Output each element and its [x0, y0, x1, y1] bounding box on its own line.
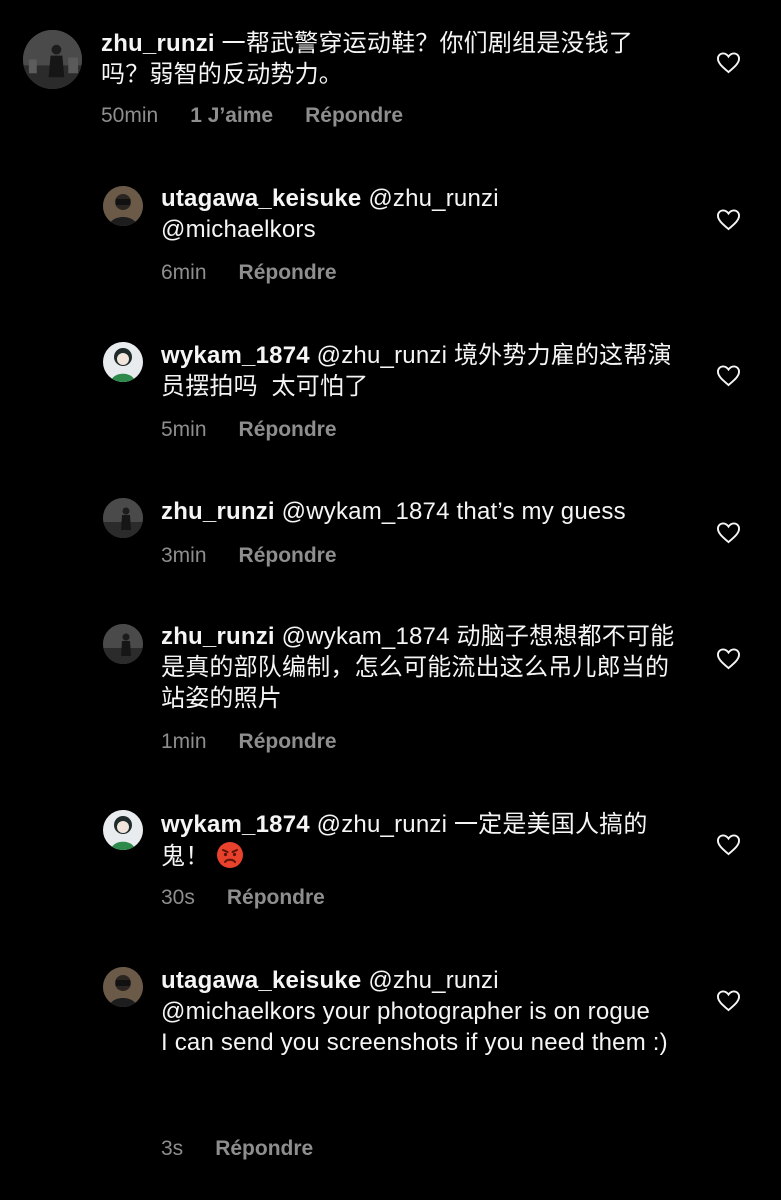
avatar[interactable]: [23, 30, 82, 89]
reply-username[interactable]: wykam_1874: [161, 342, 310, 369]
reply-time: 3min: [161, 544, 207, 567]
reply-body: wykam_1874 @zhu_runzi 一定是美国人搞的鬼！: [161, 809, 686, 872]
reply-meta: 6min Répondre: [161, 261, 337, 285]
reply-body: utagawa_keisuke @zhu_runzi @michaelkors: [161, 183, 686, 245]
reply-body: zhu_runzi @wykam_1874 that’s my guess: [161, 496, 686, 527]
reply-username[interactable]: zhu_runzi: [161, 623, 275, 650]
reply-meta: 1min Répondre: [161, 730, 337, 754]
reply-button[interactable]: Répondre: [305, 104, 403, 128]
reply-meta: 30s Répondre: [161, 886, 325, 910]
reply-text: @michaelkors your photographer is on rog…: [161, 998, 651, 1025]
heart-outline-icon[interactable]: [716, 208, 741, 231]
likes-count[interactable]: 1 J’aime: [190, 104, 273, 128]
reply-time: 6min: [161, 261, 207, 284]
heart-outline-icon[interactable]: [716, 521, 741, 544]
reply-meta: 3min Répondre: [161, 544, 337, 568]
reply-mention[interactable]: @wykam_1874: [282, 498, 450, 525]
reply-button[interactable]: Répondre: [215, 1137, 313, 1161]
reply-time: 3s: [161, 1137, 184, 1160]
comment-meta: 50min 1 J’aime Répondre: [101, 104, 403, 128]
comment-username[interactable]: zhu_runzi: [101, 30, 215, 57]
reply-username[interactable]: zhu_runzi: [161, 498, 275, 525]
avatar[interactable]: [103, 967, 143, 1007]
heart-outline-icon[interactable]: [716, 51, 741, 74]
heart-outline-icon[interactable]: [716, 833, 741, 856]
avatar[interactable]: [103, 342, 143, 382]
reply-button[interactable]: Répondre: [239, 261, 337, 285]
reply-time: 5min: [161, 418, 207, 441]
reply-button[interactable]: Répondre: [239, 730, 337, 754]
heart-outline-icon[interactable]: [716, 647, 741, 670]
reply-meta: 5min Répondre: [161, 418, 337, 442]
reply-mention[interactable]: @zhu_runzi: [317, 342, 447, 369]
avatar[interactable]: [103, 810, 143, 850]
reply-body: wykam_1874 @zhu_runzi 境外势力雇的这帮演员摆拍吗 太可怕了: [161, 340, 686, 402]
reply-text-second: I can send you screenshots if you need t…: [161, 1029, 668, 1056]
reply-username[interactable]: utagawa_keisuke: [161, 185, 361, 212]
reply-body: zhu_runzi @wykam_1874 动脑子想想都不可能是真的部队编制，怎…: [161, 621, 686, 714]
reply-username[interactable]: wykam_1874: [161, 811, 310, 838]
reply-mention[interactable]: @wykam_1874: [282, 623, 450, 650]
reply-meta: 3s Répondre: [161, 1137, 313, 1161]
reply-time: 30s: [161, 886, 195, 909]
reply-mention[interactable]: @zhu_runzi: [368, 185, 498, 212]
avatar[interactable]: [103, 186, 143, 226]
avatar[interactable]: [103, 498, 143, 538]
comment-time: 50min: [101, 104, 159, 127]
reply-time: 1min: [161, 730, 207, 753]
angry-face-emoji: [215, 840, 245, 870]
reply-mention-second[interactable]: @michaelkors: [161, 214, 686, 245]
reply-username[interactable]: utagawa_keisuke: [161, 967, 361, 994]
reply-button[interactable]: Répondre: [239, 418, 337, 442]
avatar[interactable]: [103, 624, 143, 664]
heart-outline-icon[interactable]: [716, 989, 741, 1012]
reply-body: utagawa_keisuke @zhu_runzi @michaelkors …: [161, 965, 686, 1058]
reply-text: that’s my guess: [456, 498, 626, 525]
reply-mention[interactable]: @zhu_runzi: [317, 811, 447, 838]
heart-outline-icon[interactable]: [716, 364, 741, 387]
reply-mention[interactable]: @zhu_runzi: [368, 967, 498, 994]
comment-body: zhu_runzi 一帮武警穿运动鞋？你们剧组是没钱了吗？弱智的反动势力。: [101, 28, 681, 90]
reply-button[interactable]: Répondre: [227, 886, 325, 910]
reply-button[interactable]: Répondre: [239, 544, 337, 568]
